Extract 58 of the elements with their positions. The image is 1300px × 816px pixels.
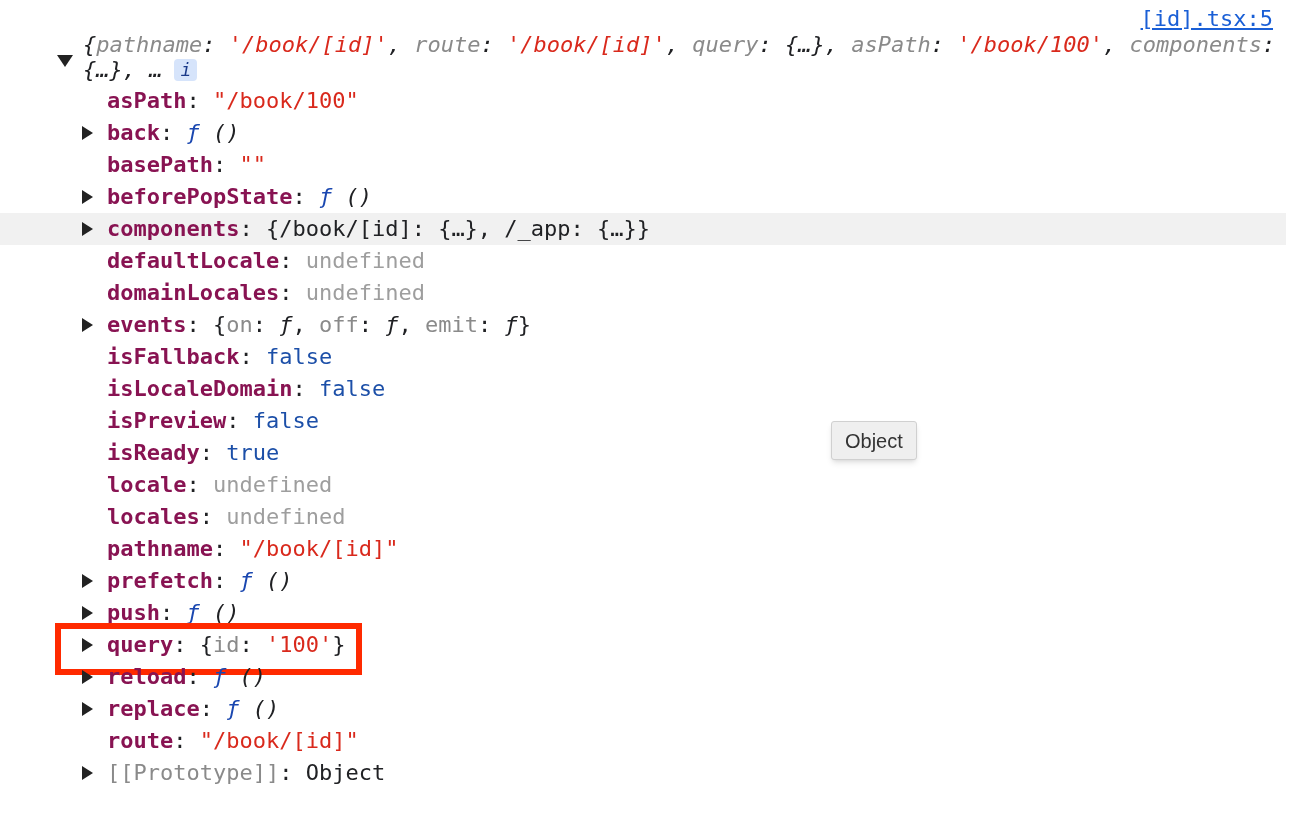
property-key: push	[107, 597, 160, 629]
expand-arrow-icon[interactable]	[57, 55, 73, 67]
tooltip: Object	[831, 421, 917, 460]
property-key: beforePopState	[107, 181, 293, 213]
expand-arrow-icon[interactable]	[82, 318, 93, 332]
property-value: : "/book/[id]"	[173, 727, 359, 755]
property-value: : ƒ ()	[292, 183, 372, 211]
expand-arrow-icon[interactable]	[82, 638, 93, 652]
property-key: [[Prototype]]	[107, 757, 280, 789]
property-key: isPreview	[107, 405, 227, 437]
property-key: isLocaleDomain	[107, 373, 293, 405]
source-link[interactable]: [id].tsx:5	[1140, 6, 1273, 32]
property-key: back	[107, 117, 160, 149]
property-key: asPath	[107, 85, 187, 117]
property-value: : false	[226, 407, 319, 435]
property-value: : true	[199, 439, 280, 467]
property-key: defaultLocale	[107, 245, 280, 277]
expand-arrow-icon[interactable]	[82, 126, 93, 140]
property-value: : ƒ ()	[160, 119, 240, 147]
property-value: : undefined	[199, 503, 346, 531]
object-summary: {pathname: '/book/[id]', route: '/book/[id]', query: {…}, asPath: '/book/100', components:	[83, 32, 1276, 57]
property-key: locales	[107, 501, 200, 533]
property-value: : undefined	[279, 247, 425, 275]
property-key: route	[107, 725, 174, 757]
property-value: : undefined	[186, 471, 333, 499]
property-value: : ƒ ()	[212, 567, 293, 595]
info-badge[interactable]: i	[174, 58, 198, 81]
object-summary: {…}, …	[83, 57, 163, 82]
property-value: : "/book/[id]"	[212, 535, 399, 563]
hovered-row[interactable]: components: {/book/[id]: {…}, /_app: {…}}	[0, 213, 1286, 245]
property-key: isFallback	[107, 341, 240, 373]
expand-arrow-icon[interactable]	[82, 670, 93, 684]
property-key: domainLocales	[107, 277, 280, 309]
expand-arrow-icon[interactable]	[82, 766, 93, 780]
property-key: prefetch	[107, 565, 213, 597]
property-key: replace	[107, 693, 200, 725]
property-value: : ƒ ()	[199, 695, 280, 723]
property-value: : {/book/[id]: {…}, /_app: {…}}	[239, 215, 651, 243]
property-key: query	[107, 629, 174, 661]
property-value: : ""	[212, 151, 266, 179]
expand-arrow-icon[interactable]	[82, 190, 93, 204]
property-key: pathname	[107, 533, 213, 565]
property-value: : Object	[279, 759, 386, 787]
property-key: components	[107, 213, 240, 245]
property-value: : false	[239, 343, 333, 371]
property-value: : undefined	[279, 279, 425, 307]
property-key: basePath	[107, 149, 213, 181]
property-key: locale	[107, 469, 187, 501]
expand-arrow-icon[interactable]	[82, 574, 93, 588]
property-key: events	[107, 309, 187, 341]
expand-arrow-icon[interactable]	[82, 222, 93, 236]
property-value: : false	[292, 375, 386, 403]
property-value: : {on: ƒ, off: ƒ, emit: ƒ}	[186, 311, 531, 339]
expand-arrow-icon[interactable]	[82, 606, 93, 620]
property-value: : "/book/100"	[186, 87, 359, 115]
property-value: : {id: '100'}	[173, 631, 346, 659]
expand-arrow-icon[interactable]	[82, 702, 93, 716]
property-key: isReady	[107, 437, 200, 469]
